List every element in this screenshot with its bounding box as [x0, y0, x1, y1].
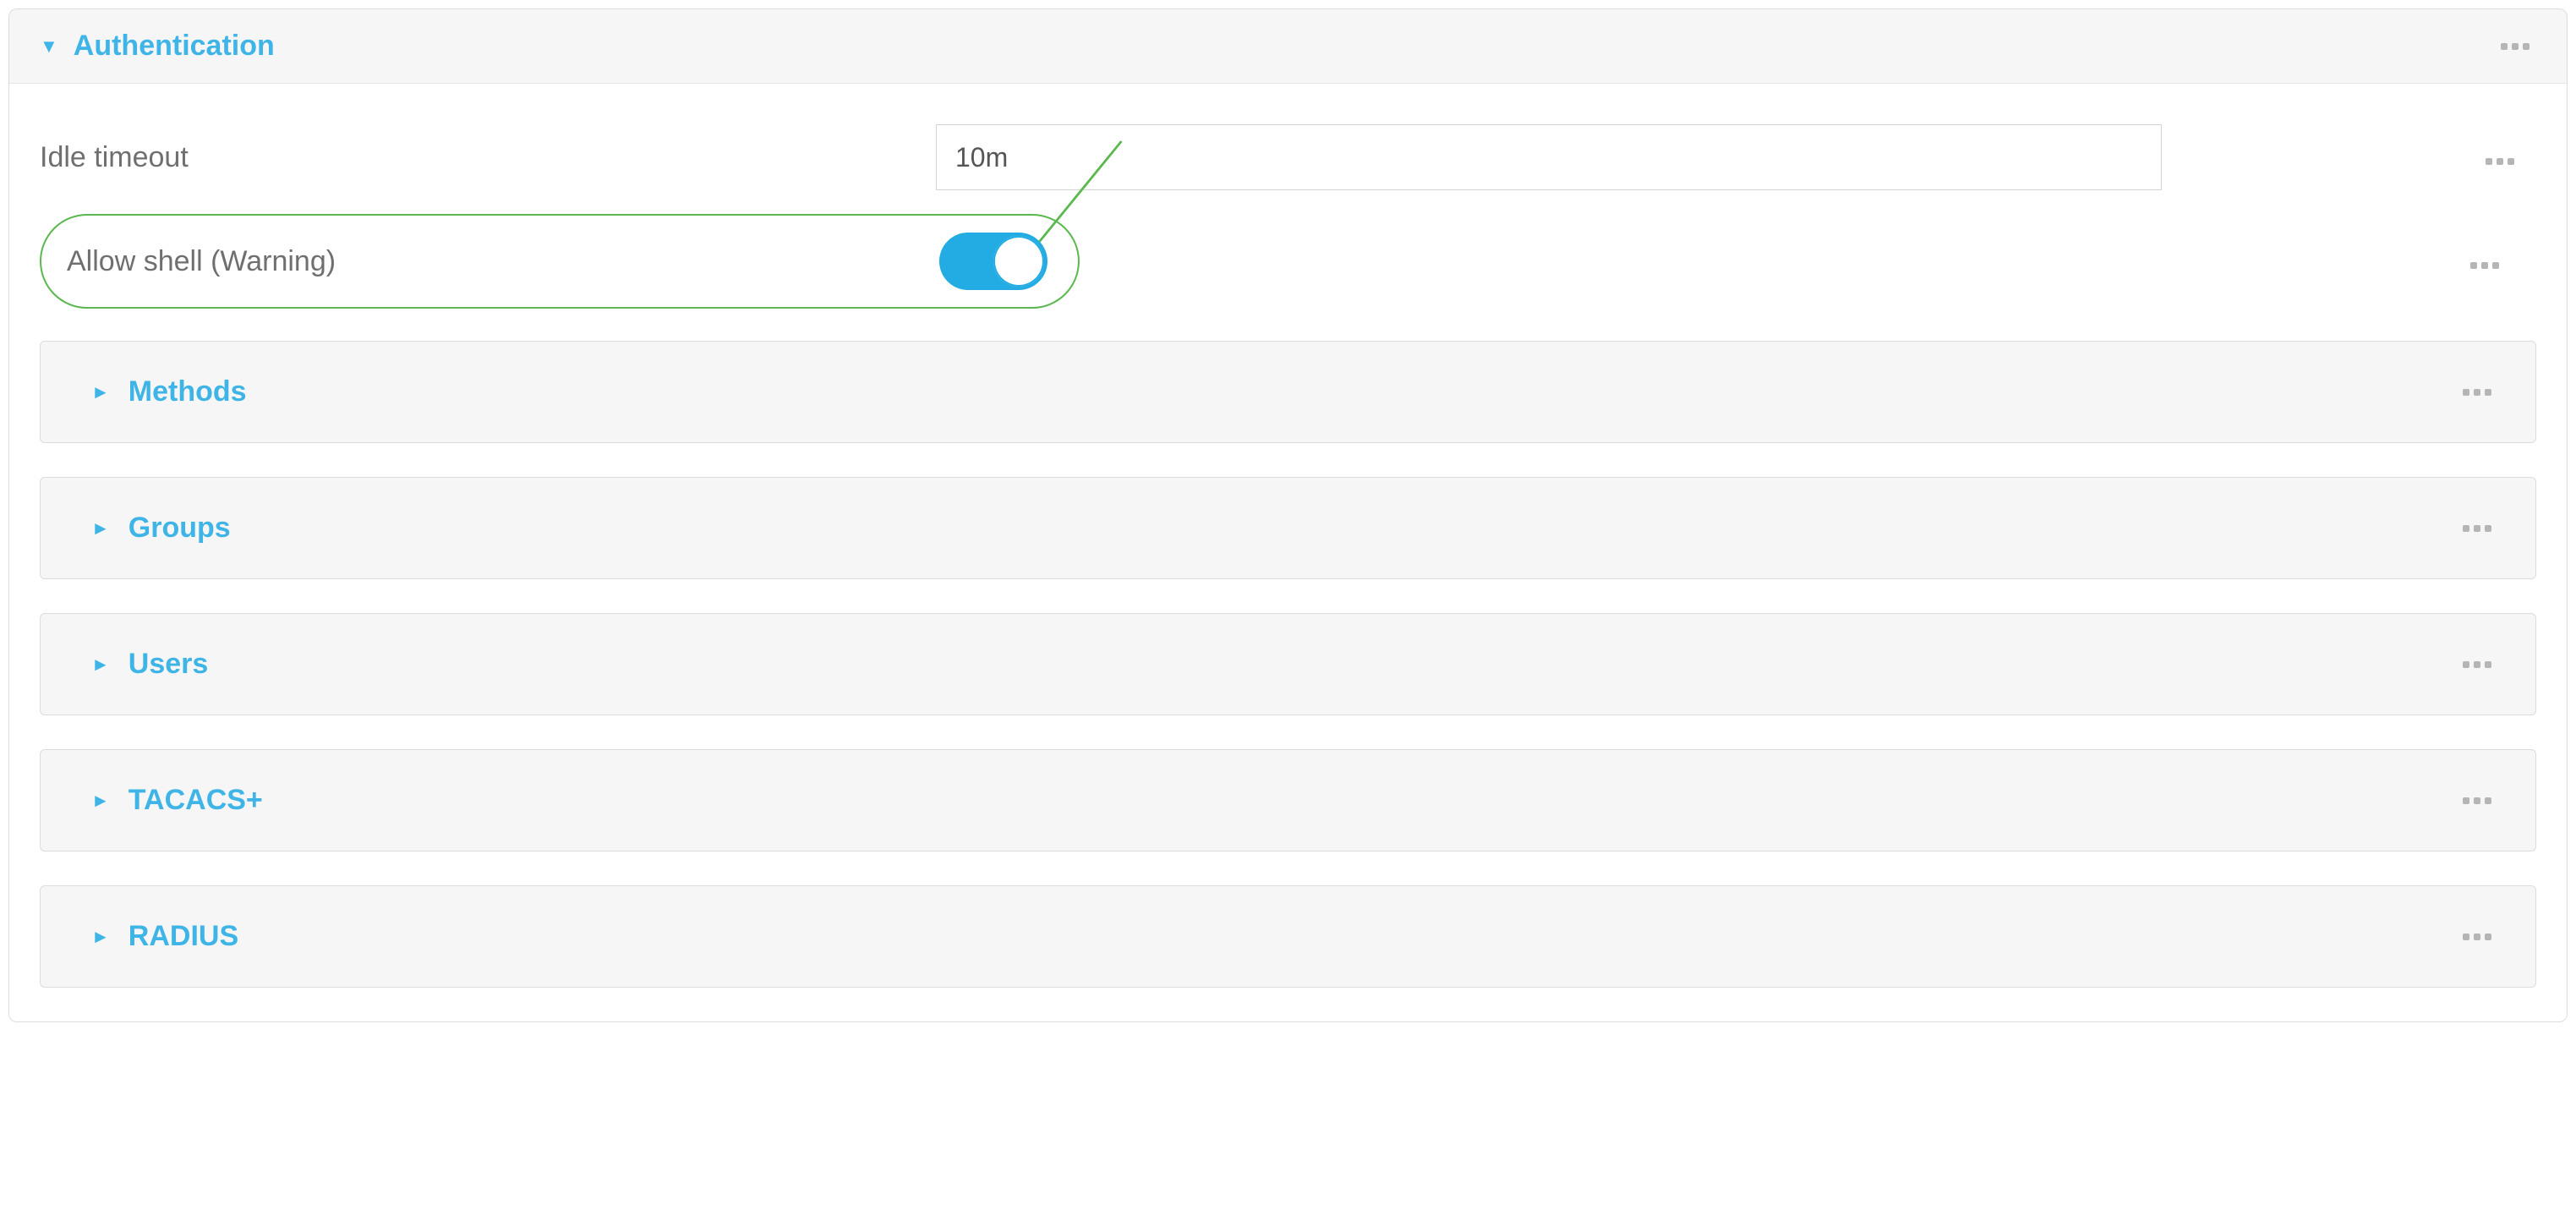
authentication-panel: ▼ Authentication Idle timeout Allow shel…: [8, 8, 2568, 1022]
sub-panel-methods-actions-icon[interactable]: [2456, 382, 2498, 402]
toggle-knob: [993, 236, 1044, 287]
allow-shell-highlight: Allow shell (Warning): [40, 214, 1080, 309]
sub-panel-radius-title-wrap: ► RADIUS: [91, 920, 238, 953]
sub-panel-radius: ► RADIUS: [40, 885, 2536, 988]
sub-panel-tacacs-header[interactable]: ► TACACS+: [41, 750, 2535, 851]
allow-shell-label: Allow shell (Warning): [67, 245, 336, 278]
allow-shell-actions: [2464, 247, 2536, 276]
sub-panel-radius-header[interactable]: ► RADIUS: [41, 886, 2535, 987]
caret-down-icon: ▼: [40, 37, 58, 56]
sub-panel-users: ► Users: [40, 613, 2536, 715]
sub-panel-groups-header[interactable]: ► Groups: [41, 478, 2535, 578]
caret-right-icon: ►: [91, 928, 110, 946]
sub-panel-tacacs-title-wrap: ► TACACS+: [91, 784, 263, 817]
sub-panel-radius-actions-icon[interactable]: [2456, 927, 2498, 947]
authentication-body: Idle timeout Allow shell (Warning): [9, 84, 2567, 1021]
idle-timeout-label: Idle timeout: [40, 141, 902, 174]
idle-timeout-actions-icon[interactable]: [2479, 151, 2521, 172]
sub-panel-radius-title: RADIUS: [129, 920, 238, 953]
authentication-header[interactable]: ▼ Authentication: [9, 9, 2567, 84]
authentication-title: Authentication: [74, 30, 275, 63]
sub-panel-tacacs: ► TACACS+: [40, 749, 2536, 851]
allow-shell-toggle[interactable]: [939, 233, 1047, 290]
sub-panel-groups-title: Groups: [129, 512, 231, 545]
allow-shell-actions-icon[interactable]: [2464, 255, 2506, 276]
caret-right-icon: ►: [91, 383, 110, 402]
sub-panel-users-title: Users: [129, 648, 209, 681]
caret-right-icon: ►: [91, 655, 110, 674]
sub-panel-groups: ► Groups: [40, 477, 2536, 579]
sub-panel-users-header[interactable]: ► Users: [41, 614, 2535, 715]
sub-panel-tacacs-title: TACACS+: [129, 784, 263, 817]
authentication-title-wrap: ▼ Authentication: [40, 30, 275, 63]
idle-timeout-actions: [2479, 143, 2536, 172]
sub-panel-tacacs-actions-icon[interactable]: [2456, 791, 2498, 811]
idle-timeout-row: Idle timeout: [25, 109, 2551, 205]
sub-panel-methods-title: Methods: [129, 375, 247, 408]
sub-panels: ► Methods ► Groups: [25, 334, 2551, 988]
sub-panel-methods-header[interactable]: ► Methods: [41, 342, 2535, 442]
sub-panel-groups-actions-icon[interactable]: [2456, 518, 2498, 539]
caret-right-icon: ►: [91, 519, 110, 538]
idle-timeout-control: [936, 124, 2162, 190]
sub-panel-methods: ► Methods: [40, 341, 2536, 443]
idle-timeout-input[interactable]: [936, 124, 2162, 190]
sub-panel-users-title-wrap: ► Users: [91, 648, 208, 681]
sub-panel-methods-title-wrap: ► Methods: [91, 375, 247, 408]
sub-panel-users-actions-icon[interactable]: [2456, 654, 2498, 675]
caret-right-icon: ►: [91, 791, 110, 810]
allow-shell-row: Allow shell (Warning): [25, 205, 2551, 334]
sub-panel-groups-title-wrap: ► Groups: [91, 512, 231, 545]
authentication-actions-icon[interactable]: [2494, 36, 2536, 57]
